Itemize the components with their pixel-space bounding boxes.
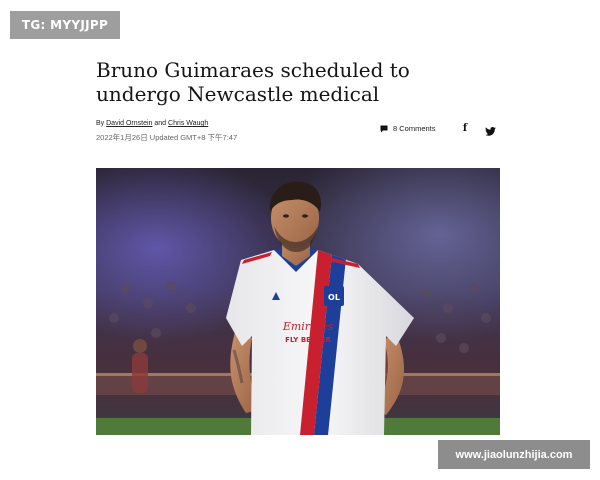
facebook-icon: f: [462, 122, 468, 134]
hero-photo: OL Emirates FLY BETTER: [96, 168, 500, 435]
article-dateline: 2022年1月26日 Updated GMT+8 下午7:47: [96, 133, 238, 142]
facebook-share-button[interactable]: f: [460, 122, 470, 134]
jersey-sponsor-line1: Emirates: [282, 320, 334, 333]
comments-count-label: 8 Comments: [393, 124, 436, 133]
tag-badge: TG: MYYJJPP: [10, 11, 120, 39]
byline-prefix: By: [96, 120, 105, 127]
crest-text: OL: [328, 293, 340, 302]
byline-joiner: and: [154, 120, 167, 127]
comments-button[interactable]: 8 Comments: [380, 124, 436, 133]
jersey-sponsor-line2: FLY BETTER: [285, 336, 331, 344]
author-link-david-ornstein[interactable]: David Ornstein: [106, 120, 152, 127]
site-watermark: www.jiaolunzhijia.com: [438, 440, 590, 469]
byline: By David Ornstein and Chris Waugh: [96, 120, 208, 127]
article-headline: Bruno Guimaraes scheduled to undergo New…: [96, 58, 410, 106]
hero-photo-illustration: OL Emirates FLY BETTER: [96, 168, 500, 435]
twitter-icon: [485, 127, 496, 136]
comment-icon: [380, 125, 388, 132]
twitter-share-button[interactable]: [485, 123, 496, 141]
author-link-chris-waugh[interactable]: Chris Waugh: [168, 120, 208, 127]
